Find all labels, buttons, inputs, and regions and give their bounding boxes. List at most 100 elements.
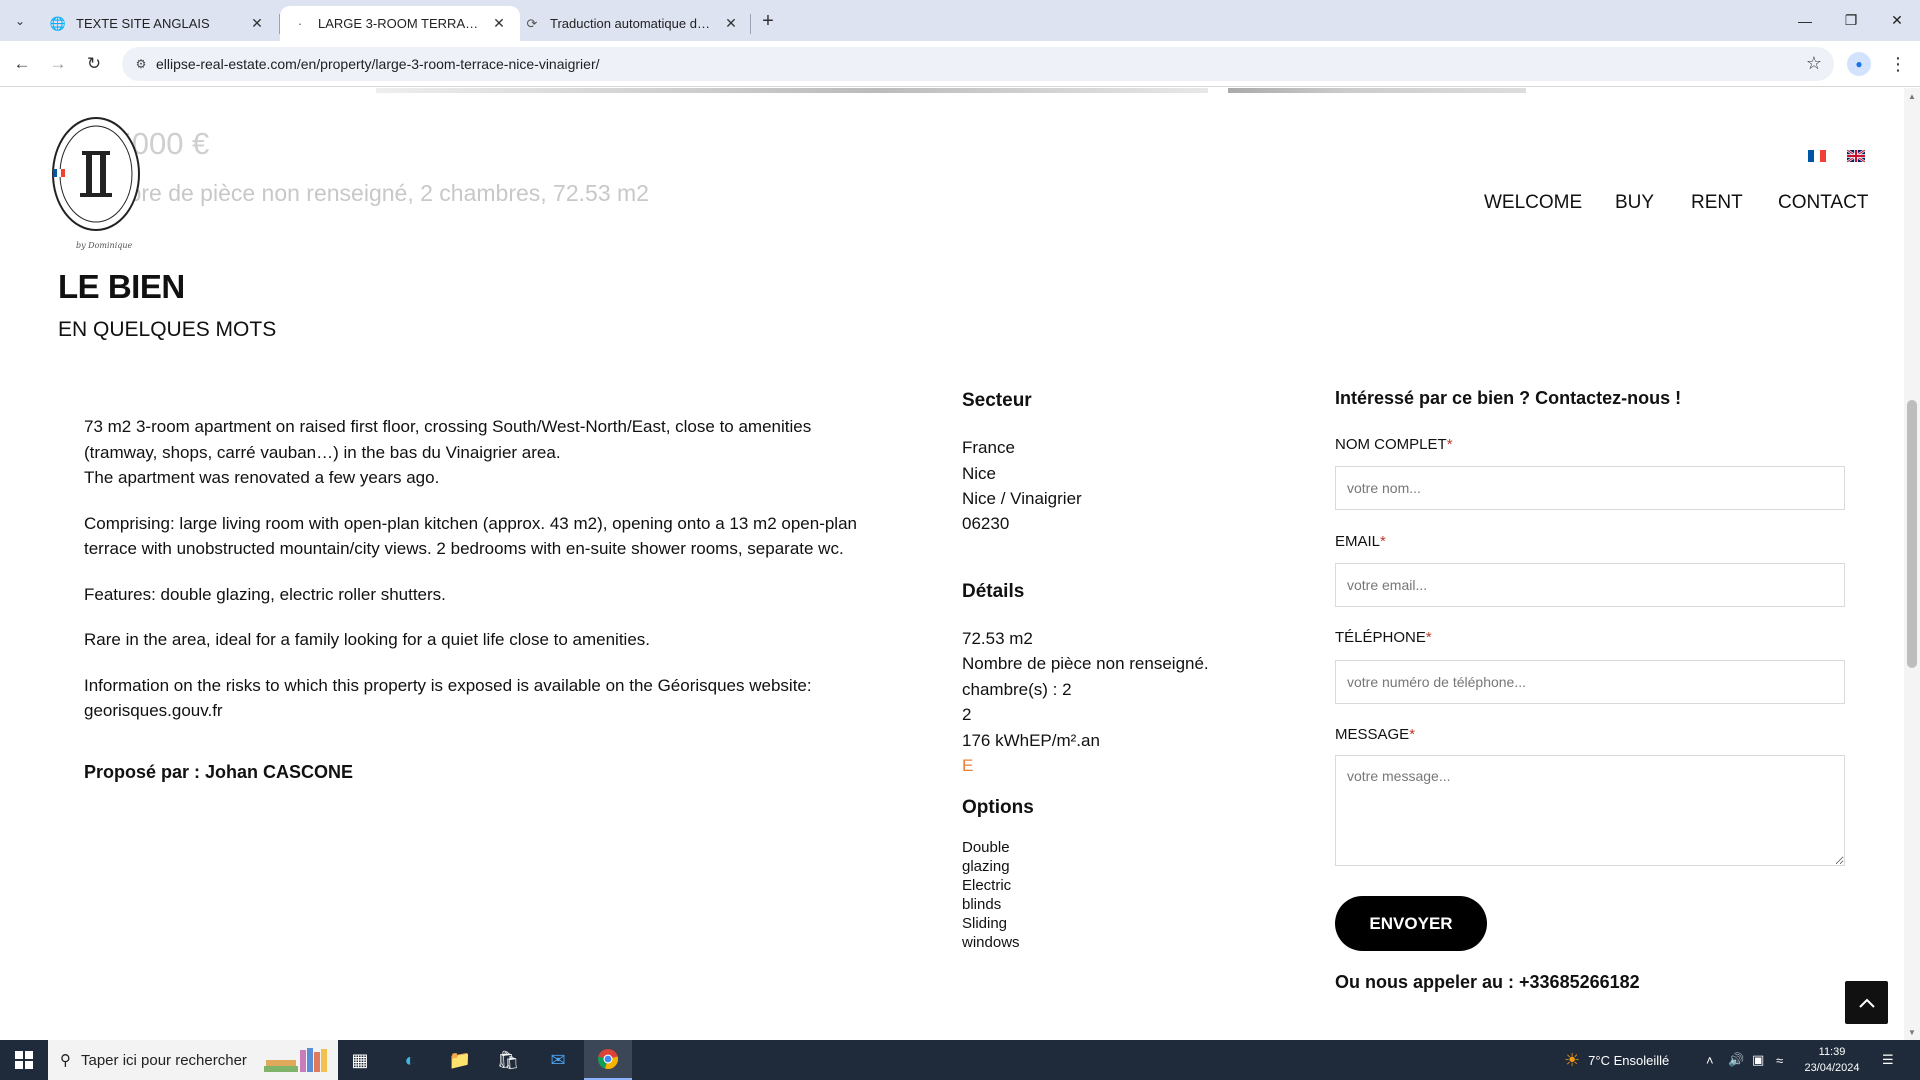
- page-viewport: 155000 € Nombre de pièce non renseigné, …: [0, 88, 1904, 1040]
- minimize-icon[interactable]: —: [1782, 0, 1828, 41]
- description-paragraph: 73 m2 3-room apartment on raised first f…: [84, 417, 812, 462]
- notifications-icon[interactable]: ☰: [1882, 1040, 1894, 1080]
- edge-browser-icon[interactable]: ◐: [386, 1040, 434, 1080]
- energy-class-badge: E: [962, 756, 974, 775]
- tray-chevron-up-icon[interactable]: ˄: [1706, 1040, 1714, 1080]
- windows-taskbar: ⚲ Taper ici pour rechercher ▦ ◐ 📁 🛍 ✉ ☀ …: [0, 1040, 1920, 1080]
- windows-logo-icon: [15, 1051, 33, 1069]
- reload-icon[interactable]: ↻: [80, 50, 108, 78]
- nav-rent[interactable]: RENT: [1691, 192, 1743, 214]
- close-tab-icon[interactable]: ✕: [490, 15, 508, 33]
- url-text[interactable]: ellipse-real-estate.com/en/property/larg…: [156, 56, 600, 72]
- scroll-down-arrow-icon[interactable]: ▼: [1904, 1024, 1920, 1040]
- logo-tagline: by Dominique: [76, 241, 133, 250]
- tab-traduction-automatique[interactable]: ⟳ Traduction automatique du contenu ✕: [512, 6, 752, 41]
- browser-menu-icon[interactable]: ⋮: [1888, 50, 1908, 78]
- page-scrollbar[interactable]: ▲ ▼: [1904, 88, 1920, 1040]
- taskbar-search-box[interactable]: ⚲ Taper ici pour rechercher: [48, 1040, 338, 1080]
- clock-date: 23/04/2024: [1804, 1062, 1860, 1074]
- proposed-by: Proposé par : Johan CASCONE: [84, 762, 354, 782]
- sector-district: Nice / Vinaigrier: [962, 489, 1082, 508]
- option-item: Double glazing: [962, 839, 1010, 875]
- mail-icon[interactable]: ✉: [534, 1040, 582, 1080]
- tab-title: Traduction automatique du contenu: [550, 16, 716, 31]
- email-input[interactable]: [1335, 563, 1845, 607]
- ellipse-real-estate-logo[interactable]: [50, 117, 142, 241]
- property-description: 73 m2 3-room apartment on raised first f…: [84, 414, 864, 744]
- detail-energy-consumption: 176 kWhEP/m².an: [962, 731, 1100, 750]
- description-paragraph: Rare in the area, ideal for a family loo…: [84, 630, 651, 649]
- name-label: NOM COMPLET*: [1335, 436, 1453, 453]
- property-summary-text: Nombre de pièce non renseigné, 2 chambre…: [80, 180, 649, 206]
- scrollbar-thumb[interactable]: [1907, 400, 1917, 668]
- weather-widget[interactable]: ☀ 7°C Ensoleillé: [1564, 1040, 1669, 1080]
- file-explorer-icon[interactable]: 📁: [436, 1040, 484, 1080]
- description-paragraph: Features: double glazing, electric rolle…: [84, 584, 446, 604]
- close-tab-icon[interactable]: ✕: [722, 15, 740, 33]
- sector-postcode: 06230: [962, 514, 1010, 533]
- details-title: Détails: [962, 581, 1025, 602]
- options-title: Options: [962, 797, 1034, 818]
- restore-icon[interactable]: ❐: [1828, 0, 1874, 41]
- flag-en-icon[interactable]: [1847, 150, 1865, 162]
- sun-icon: ☀: [1564, 1049, 1581, 1070]
- tab-large-3-room-terrace[interactable]: · LARGE 3-ROOM TERRACE – NICE ✕: [280, 6, 520, 41]
- detail-surface: 72.53 m2: [962, 629, 1033, 648]
- loading-icon: ·: [297, 16, 303, 31]
- description-paragraph: Information on the risks to which this p…: [84, 675, 812, 721]
- full-name-input[interactable]: [1335, 466, 1845, 510]
- address-bar[interactable]: ⚙ ellipse-real-estate.com/en/property/la…: [122, 47, 1834, 81]
- window-close-icon[interactable]: ✕: [1874, 0, 1920, 41]
- microsoft-store-icon[interactable]: 🛍: [484, 1040, 532, 1080]
- message-textarea[interactable]: [1335, 755, 1845, 866]
- tab-separator: [750, 14, 751, 34]
- search-placeholder: Taper ici pour rechercher: [81, 1051, 247, 1069]
- speaker-icon[interactable]: 🔊: [1728, 1040, 1744, 1080]
- nav-contact[interactable]: CONTACT: [1778, 192, 1868, 214]
- tab-title: LARGE 3-ROOM TERRACE – NICE: [318, 16, 484, 31]
- contact-form-title: Intéressé par ce bien ? Contactez-nous !: [1335, 388, 1682, 408]
- windows-start-button[interactable]: [0, 1040, 48, 1080]
- clock-time: 11:39: [1818, 1046, 1846, 1058]
- chevron-up-icon: [1858, 998, 1875, 1008]
- site-settings-icon[interactable]: ⚙: [132, 55, 150, 73]
- section-subtitle: EN QUELQUES MOTS: [58, 318, 277, 341]
- nav-welcome[interactable]: WELCOME: [1484, 192, 1582, 214]
- profile-avatar-icon[interactable]: ●: [1847, 52, 1871, 76]
- weather-text: 7°C Ensoleillé: [1588, 1052, 1670, 1068]
- send-button[interactable]: ENVOYER: [1335, 896, 1487, 951]
- email-label: EMAIL*: [1335, 533, 1386, 550]
- call-us-text: Ou nous appeler au : +33685266182: [1335, 972, 1640, 992]
- gallery-image-edge: [376, 88, 1208, 93]
- detail-count: 2: [962, 705, 972, 724]
- system-clock[interactable]: 11:39 23/04/2024: [1798, 1044, 1866, 1076]
- detail-rooms: Nombre de pièce non renseigné.: [962, 654, 1209, 673]
- scroll-up-arrow-icon[interactable]: ▲: [1904, 88, 1920, 104]
- chrome-icon[interactable]: [584, 1040, 632, 1080]
- sector-city: Nice: [962, 464, 997, 483]
- option-item: Sliding windows: [962, 915, 1020, 951]
- battery-icon[interactable]: ▣: [1752, 1040, 1764, 1080]
- tab-search-chevron-icon[interactable]: ⌄: [8, 9, 32, 33]
- nav-buy[interactable]: BUY: [1615, 192, 1654, 214]
- wifi-icon[interactable]: ≈: [1776, 1040, 1783, 1080]
- phone-input[interactable]: [1335, 660, 1845, 704]
- search-highlight-books-icon: [264, 1048, 327, 1072]
- new-tab-plus-icon[interactable]: +: [756, 9, 780, 33]
- bookmark-star-icon[interactable]: ☆: [1806, 53, 1822, 74]
- back-arrow-icon[interactable]: ←: [8, 50, 36, 78]
- message-label: MESSAGE*: [1335, 726, 1416, 743]
- globe-icon: 🌐: [49, 15, 67, 31]
- task-view-icon[interactable]: ▦: [336, 1040, 384, 1080]
- close-tab-icon[interactable]: ✕: [248, 15, 266, 33]
- translate-icon: ⟳: [526, 15, 538, 31]
- tab-texte-site-anglais[interactable]: 🌐 TEXTE SITE ANGLAIS ✕: [38, 6, 278, 41]
- flag-fr-icon[interactable]: [1808, 150, 1826, 162]
- forward-arrow-icon[interactable]: →: [44, 50, 72, 78]
- scroll-to-top-button[interactable]: [1845, 981, 1888, 1024]
- tab-title: TEXTE SITE ANGLAIS: [76, 16, 210, 31]
- browser-tab-strip: ⌄ 🌐 TEXTE SITE ANGLAIS ✕ · LARGE 3-ROOM …: [0, 0, 1920, 41]
- options-list: Double glazing Electric blinds Sliding w…: [962, 838, 1042, 952]
- description-paragraph: Comprising: large living room with open-…: [84, 513, 857, 559]
- detail-bedrooms: chambre(s) : 2: [962, 680, 1072, 699]
